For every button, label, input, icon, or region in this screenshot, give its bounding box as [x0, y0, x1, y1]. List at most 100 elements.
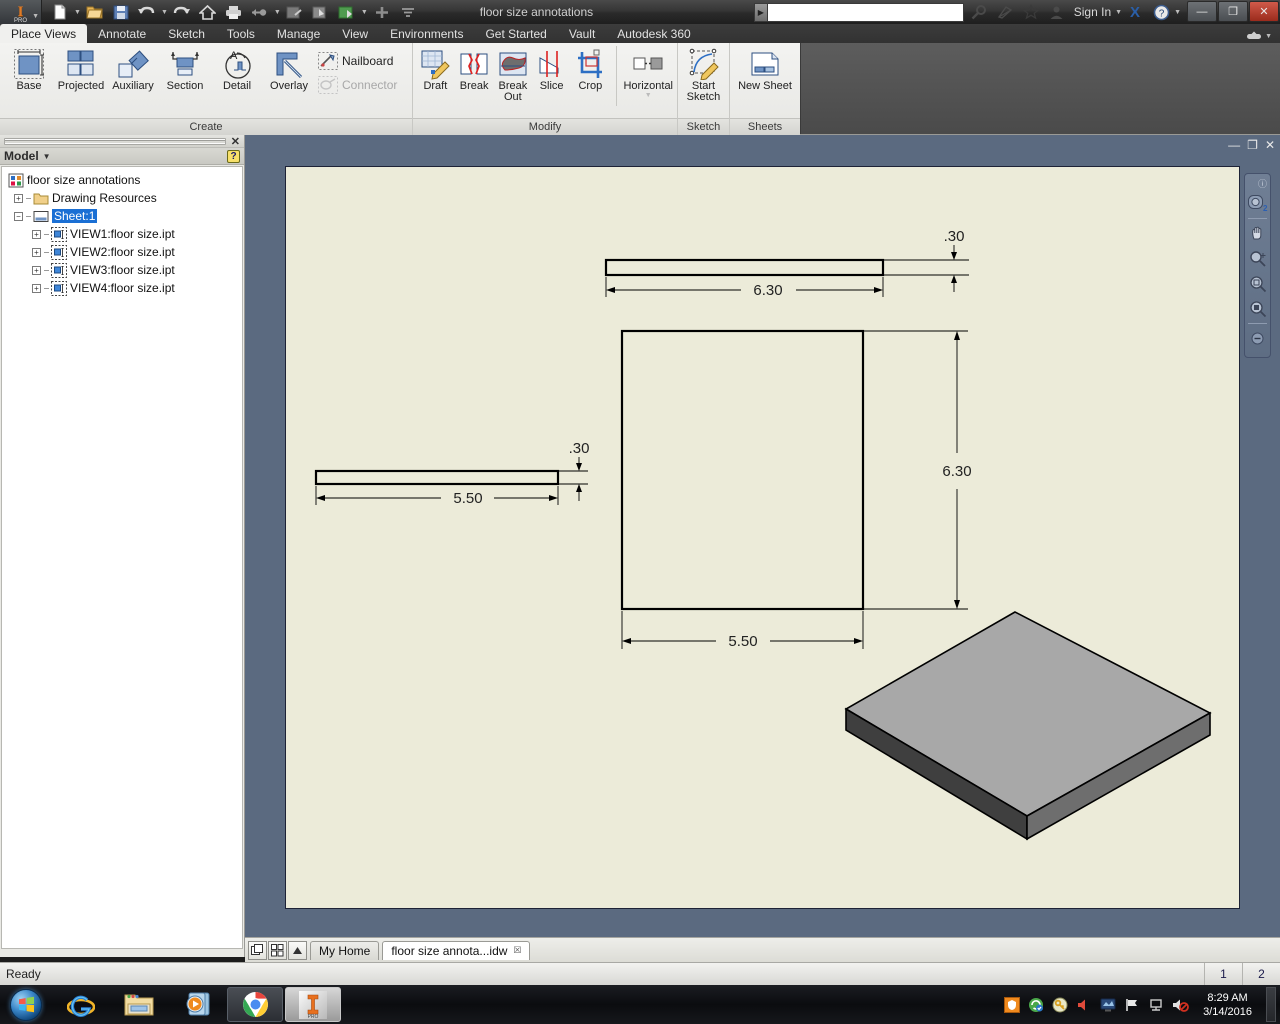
display-icon[interactable] — [1099, 996, 1117, 1014]
home-icon[interactable] — [196, 1, 220, 23]
tab-view[interactable]: View — [331, 24, 379, 43]
chevron-down-icon[interactable]: ▼ — [1265, 33, 1272, 40]
tree-item-view4[interactable]: + VIEW4:floor size.ipt — [6, 279, 242, 297]
document-close-button[interactable]: ✕ — [1265, 138, 1275, 152]
return-icon[interactable] — [248, 1, 272, 23]
start-sketch-button[interactable]: Start Sketch — [681, 46, 726, 105]
select-icon[interactable] — [309, 1, 333, 23]
tree-item-view2[interactable]: + VIEW2:floor size.ipt — [6, 243, 242, 261]
clock[interactable]: 8:29 AM 3/14/2016 — [1195, 991, 1260, 1019]
chevron-down-icon[interactable]: ▼ — [32, 13, 39, 20]
expander-icon[interactable]: + — [32, 283, 41, 293]
search-input[interactable] — [767, 2, 964, 22]
cascade-windows-button[interactable] — [248, 940, 267, 960]
draft-view-button[interactable]: Draft — [416, 46, 455, 94]
tree-item-document[interactable]: floor size annotations — [6, 171, 242, 189]
chevron-down-icon[interactable]: ▼ — [645, 92, 652, 99]
expander-icon[interactable]: + — [32, 229, 41, 239]
sign-in-button[interactable]: Sign In — [1070, 5, 1115, 19]
tree-item-view3[interactable]: + VIEW3:floor size.ipt — [6, 261, 242, 279]
tile-windows-button[interactable] — [268, 940, 287, 960]
chevron-down-icon[interactable]: ▼ — [43, 152, 51, 161]
browser-close-button[interactable]: ✕ — [226, 135, 240, 148]
help-icon[interactable]: ? — [1148, 0, 1174, 24]
chevron-down-icon[interactable]: ▼ — [74, 9, 81, 16]
search-icon[interactable] — [966, 0, 992, 24]
tab-sketch[interactable]: Sketch — [157, 24, 216, 43]
chevron-down-icon[interactable]: ▼ — [361, 9, 368, 16]
base-view-button[interactable]: Base — [3, 46, 55, 94]
tree-item-view1[interactable]: + VIEW1:floor size.ipt — [6, 225, 242, 243]
steering-wheel-2d-icon[interactable]: 2D — [1246, 192, 1269, 215]
scroll-up-button[interactable] — [288, 940, 307, 960]
tree-item-drawing-resources[interactable]: + Drawing Resources — [6, 189, 242, 207]
tree-item-sheet1[interactable]: − Sheet:1 — [6, 207, 242, 225]
pan-hand-icon[interactable] — [1246, 222, 1269, 245]
taskbar-autodesk-inventor[interactable]: PRO — [285, 987, 341, 1022]
update-icon[interactable] — [283, 1, 307, 23]
autodesk-exchange-icon[interactable]: X — [1122, 0, 1148, 24]
tab-environments[interactable]: Environments — [379, 24, 474, 43]
tab-vault[interactable]: Vault — [558, 24, 606, 43]
chevron-down-icon[interactable]: ▼ — [1115, 9, 1122, 16]
restore-button[interactable]: ❐ — [1218, 1, 1248, 22]
tab-place-views[interactable]: Place Views — [0, 24, 88, 43]
drawing-sheet[interactable]: 6.30 .30 5.50 .30 5.50 6.30 — [285, 166, 1240, 909]
chevron-down-icon[interactable]: ▼ — [161, 9, 168, 16]
zoom-window-icon[interactable] — [1246, 272, 1269, 295]
add-icon[interactable] — [370, 1, 394, 23]
break-out-button[interactable]: Break Out — [494, 46, 533, 105]
new-file-icon[interactable] — [48, 1, 72, 23]
minimize-button[interactable]: — — [1187, 1, 1217, 22]
redo-icon[interactable] — [170, 1, 194, 23]
key-icon[interactable] — [1051, 996, 1069, 1014]
material-icon[interactable] — [335, 1, 359, 23]
customize-icon[interactable] — [396, 1, 420, 23]
zoom-icon[interactable] — [1246, 247, 1269, 270]
expander-icon[interactable]: + — [32, 265, 41, 275]
projected-view-button[interactable]: Projected — [55, 46, 107, 94]
taskbar-media-player[interactable] — [169, 987, 225, 1022]
close-icon[interactable]: ☒ — [513, 945, 521, 956]
chevron-down-icon[interactable]: ▼ — [1174, 9, 1181, 16]
volume-muted-icon[interactable] — [1171, 996, 1189, 1014]
tab-autodesk-360[interactable]: Autodesk 360 — [606, 24, 701, 43]
network-icon[interactable] — [1147, 996, 1165, 1014]
shield-security-icon[interactable] — [1003, 996, 1021, 1014]
taskbar-google-chrome[interactable] — [227, 987, 283, 1022]
slice-button[interactable]: Slice — [532, 46, 571, 94]
navbar-menu-icon[interactable] — [1246, 327, 1269, 350]
favorites-star-icon[interactable] — [1018, 0, 1044, 24]
undo-icon[interactable] — [135, 1, 159, 23]
tab-get-started[interactable]: Get Started — [474, 24, 557, 43]
taskbar-file-explorer[interactable] — [111, 987, 167, 1022]
tab-annotate[interactable]: Annotate — [87, 24, 157, 43]
print-icon[interactable] — [222, 1, 246, 23]
expander-icon[interactable]: + — [32, 247, 41, 257]
start-button[interactable] — [0, 985, 52, 1024]
save-icon[interactable] — [109, 1, 133, 23]
satellite-dish-icon[interactable] — [992, 0, 1018, 24]
expander-icon[interactable]: + — [14, 193, 23, 203]
crop-button[interactable]: Crop — [571, 46, 610, 94]
help-icon[interactable]: ? — [227, 149, 240, 163]
horizontal-align-button[interactable]: Horizontal ▼ — [622, 46, 674, 101]
new-sheet-button[interactable]: New Sheet — [734, 46, 796, 94]
break-button[interactable]: Break — [455, 46, 494, 94]
close-button[interactable]: ✕ — [1249, 1, 1279, 22]
doc-tab-floor-size-annotations[interactable]: floor size annota...idw ☒ — [382, 940, 531, 960]
flag-icon[interactable] — [1123, 996, 1141, 1014]
auxiliary-view-button[interactable]: Auxiliary — [107, 46, 159, 94]
open-file-icon[interactable] — [83, 1, 107, 23]
tab-manage[interactable]: Manage — [266, 24, 331, 43]
search-dropdown-button[interactable]: ▶ — [753, 2, 768, 22]
nailboard-button[interactable]: Nailboard — [315, 50, 400, 72]
overlay-view-button[interactable]: Overlay — [263, 46, 315, 94]
zoom-all-icon[interactable] — [1246, 297, 1269, 320]
show-desktop-button[interactable] — [1266, 987, 1276, 1022]
chevron-down-icon[interactable]: ▼ — [274, 9, 281, 16]
browser-drag-grip[interactable]: ✕ — [0, 135, 244, 148]
expander-icon[interactable]: − — [14, 211, 23, 221]
document-restore-button[interactable]: ❐ — [1247, 138, 1258, 152]
volume-icon[interactable] — [1075, 996, 1093, 1014]
